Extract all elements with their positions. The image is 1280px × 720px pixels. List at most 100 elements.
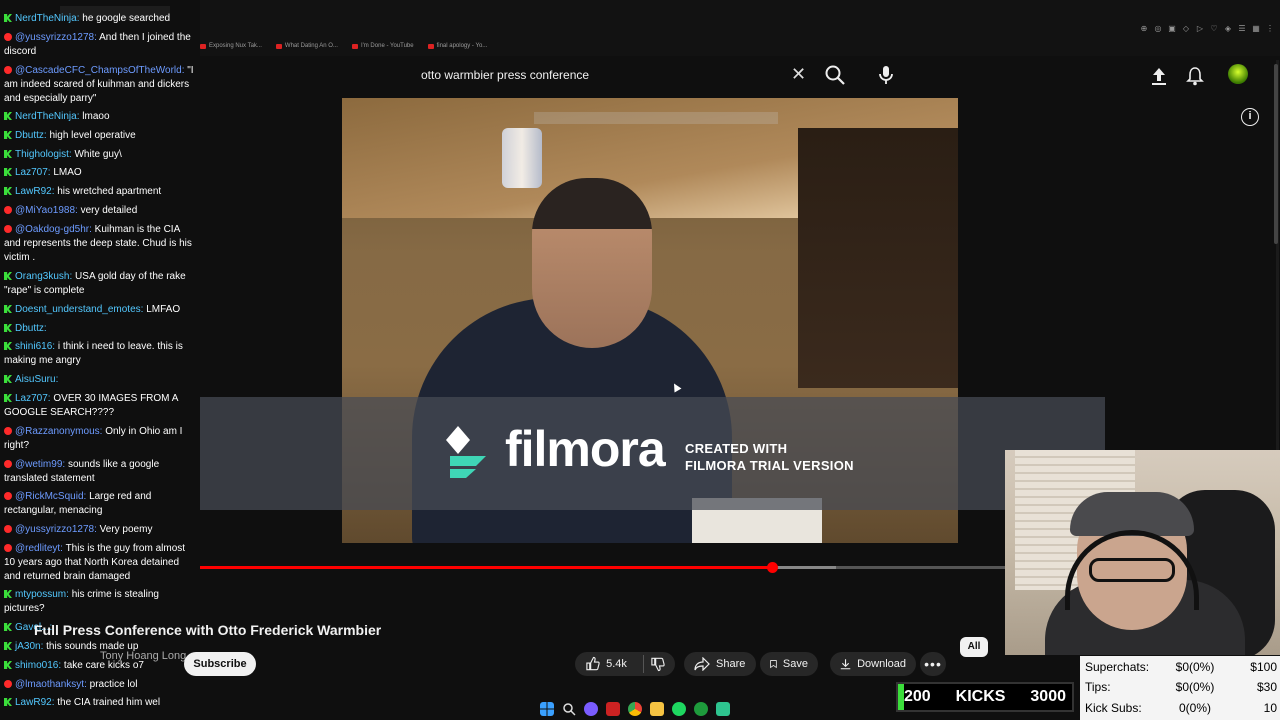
bookmark-label: Exposing Nux Tak... <box>209 43 262 49</box>
chat-username[interactable]: shimo016: <box>15 660 61 671</box>
chat-message: Dbuttz: high level operative <box>4 129 196 143</box>
chat-username[interactable]: NerdTheNinja: <box>15 111 79 122</box>
extension-icon[interactable]: ◇ <box>1182 24 1190 33</box>
chat-message: @yussyrizzo1278: Very poemy <box>4 523 196 537</box>
chat-username[interactable]: @CascadeCFC_ChampsOfTheWorld: <box>15 65 184 76</box>
spotify-icon[interactable] <box>672 702 686 716</box>
chat-username[interactable]: @MiYao1988: <box>15 205 78 216</box>
app-icon[interactable] <box>606 702 620 716</box>
chat-username[interactable]: Thighologist: <box>15 149 72 160</box>
chat-username[interactable]: Dbuttz: <box>15 130 47 141</box>
channel-name[interactable]: Tony Hoang Long <box>100 650 186 662</box>
save-label: Save <box>782 658 808 670</box>
stat-row-superchats: Superchats: $0(0%) $100 <box>1085 660 1277 680</box>
chat-username[interactable]: LawR92: <box>15 186 54 197</box>
share-arrow-icon <box>694 657 710 671</box>
chat-username[interactable]: @yussyrizzo1278: <box>15 32 97 43</box>
chat-message: NerdTheNinja: lmaoo <box>4 110 196 124</box>
microphone-icon[interactable] <box>876 64 896 86</box>
chat-username[interactable]: @wetim99: <box>15 459 65 470</box>
windows-start-icon[interactable] <box>540 702 554 716</box>
filmora-wordmark: filmora <box>505 421 666 477</box>
thumbs-down-icon[interactable] <box>650 656 665 672</box>
kicks-goal: 3000 <box>1030 688 1066 705</box>
download-button[interactable]: Download <box>830 652 916 676</box>
xbox-icon[interactable] <box>694 702 708 716</box>
chat-username[interactable]: NerdTheNinja: <box>15 13 79 24</box>
chat-message: Laz707: OVER 30 IMAGES FROM A GOOGLE SEA… <box>4 392 196 420</box>
kick-icon <box>4 272 12 280</box>
chat-text: White guy\ <box>74 149 122 160</box>
search-input[interactable]: otto warmbier press conference <box>421 68 589 82</box>
stat-label: Superchats: <box>1085 660 1150 674</box>
app-icon[interactable] <box>716 702 730 716</box>
chat-username[interactable]: Laz707: <box>15 393 51 404</box>
upload-icon[interactable] <box>1150 66 1168 86</box>
bookmark-1[interactable]: Exposing Nux Tak... <box>200 40 262 52</box>
like-button[interactable]: 5.4k <box>575 652 675 676</box>
file-explorer-icon[interactable] <box>650 702 664 716</box>
chat-message: LawR92: the CIA trained him wel <box>4 696 196 710</box>
kicks-label: KICKS <box>955 688 1006 705</box>
zoom-icon[interactable]: ⊕ <box>1140 24 1148 33</box>
chat-text: his wretched apartment <box>57 186 162 197</box>
chat-username[interactable]: Orang3kush: <box>15 271 72 282</box>
filmora-logo-icon <box>446 426 486 478</box>
chat-username[interactable]: @Razzanonymous: <box>15 426 102 437</box>
extension-icon[interactable]: ⋮ <box>1266 24 1274 33</box>
kicks-goal-bar: 200 KICKS 3000 <box>896 682 1074 712</box>
chat-username[interactable]: shini616: <box>15 341 55 352</box>
more-actions-button[interactable]: ••• <box>920 652 946 676</box>
chat-username[interactable]: jA30n: <box>15 641 43 652</box>
chrome-icon[interactable] <box>628 702 642 716</box>
chat-message: Orang3kush: USA gold day of the rake "ra… <box>4 270 196 298</box>
youtube-icon <box>4 492 12 500</box>
chat-message: @MiYao1988: very detailed <box>4 204 196 218</box>
search-icon[interactable] <box>824 64 846 86</box>
chat-text: LMAO <box>53 167 82 178</box>
kick-icon <box>4 187 12 195</box>
extension-icon[interactable]: ☰ <box>1238 24 1246 33</box>
chat-username[interactable]: mtypossum: <box>15 589 69 600</box>
taskbar-search-icon[interactable] <box>562 702 576 716</box>
progress-scrubber[interactable] <box>766 562 778 573</box>
scrollbar-thumb[interactable] <box>1274 64 1278 244</box>
extension-icon[interactable]: ▷ <box>1196 24 1204 33</box>
chat-message: @yussyrizzo1278: And then I joined the d… <box>4 31 196 59</box>
info-icon[interactable]: i <box>1241 108 1259 126</box>
save-button[interactable]: Save <box>760 652 818 676</box>
extension-icon[interactable]: ▦ <box>1252 24 1260 33</box>
discord-icon[interactable] <box>584 702 598 716</box>
chat-username[interactable]: LawR92: <box>15 697 54 708</box>
stat-goal: $100 <box>1250 660 1277 674</box>
chat-username[interactable]: Doesnt_understand_emotes: <box>15 304 143 315</box>
chat-username[interactable]: @yussyrizzo1278: <box>15 524 97 535</box>
kick-icon <box>4 305 12 313</box>
notifications-bell-icon[interactable] <box>1186 66 1204 86</box>
bookmark-icon <box>770 660 777 669</box>
chat-username[interactable]: @Oakdog-gd5hr: <box>15 224 92 235</box>
extension-icon[interactable]: ▣ <box>1168 24 1176 33</box>
chip-all[interactable]: All <box>960 637 988 657</box>
extension-icon[interactable]: ◈ <box>1224 24 1232 33</box>
youtube-icon <box>4 427 12 435</box>
heart-icon[interactable]: ♡ <box>1210 24 1218 33</box>
bookmark-3[interactable]: I'm Done - YouTube <box>351 40 414 52</box>
stat-percent: 0(0%) <box>1178 701 1211 715</box>
subscribe-button[interactable]: Subscribe <box>184 652 256 676</box>
bookmark-label: What Dating An O... <box>284 43 338 49</box>
chat-text: Very poemy <box>99 524 153 535</box>
progress-played <box>200 566 772 569</box>
bookmark-4[interactable]: final apology - Yo... <box>427 40 487 52</box>
share-button[interactable]: Share <box>684 652 756 676</box>
chat-username[interactable]: @RickMcSquid: <box>15 491 86 502</box>
chat-username[interactable]: @redliteyt: <box>15 543 63 554</box>
clear-search-icon[interactable]: ✕ <box>791 64 806 85</box>
chat-username[interactable]: @lmaothanksyt: <box>15 679 87 690</box>
account-avatar[interactable] <box>1228 64 1248 84</box>
chat-username[interactable]: AisuSuru: <box>15 374 58 385</box>
chat-username[interactable]: Laz707: <box>15 167 51 178</box>
chat-username[interactable]: Dbuttz: <box>15 323 47 334</box>
extension-icon[interactable]: ◎ <box>1154 24 1162 33</box>
bookmark-2[interactable]: What Dating An O... <box>275 40 338 52</box>
